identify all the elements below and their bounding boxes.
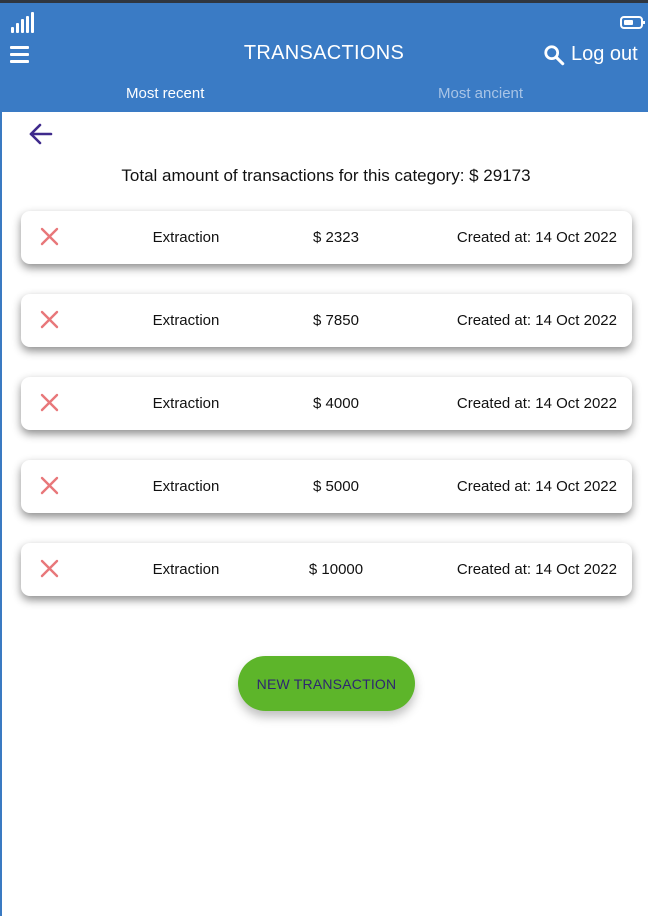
transaction-date: Created at: 14 Oct 2022 bbox=[456, 312, 617, 329]
delete-icon[interactable] bbox=[40, 476, 59, 495]
category-total: Total amount of transactions for this ca… bbox=[121, 166, 531, 185]
transaction-list: Extraction $ 2323 Created at: 14 Oct 202… bbox=[21, 211, 632, 626]
transaction-amount: $ 5000 bbox=[313, 478, 359, 495]
transaction-amount: $ 2323 bbox=[313, 229, 359, 246]
sort-tabs: Most recent Most ancient bbox=[0, 83, 648, 112]
transaction-date: Created at: 14 Oct 2022 bbox=[456, 561, 617, 578]
new-transaction-button[interactable]: NEW TRANSACTION bbox=[238, 656, 415, 711]
transaction-amount: $ 10000 bbox=[308, 561, 364, 578]
transaction-card: Extraction $ 5000 Created at: 14 Oct 202… bbox=[21, 460, 632, 513]
transaction-category: Extraction bbox=[152, 478, 220, 495]
window-left-edge bbox=[0, 112, 2, 916]
transaction-card: Extraction $ 10000 Created at: 14 Oct 20… bbox=[21, 543, 632, 596]
transaction-card: Extraction $ 4000 Created at: 14 Oct 202… bbox=[21, 377, 632, 430]
transaction-amount: $ 7850 bbox=[313, 312, 359, 329]
logout-button[interactable]: Log out bbox=[543, 43, 638, 66]
signal-icon bbox=[11, 12, 35, 33]
transaction-card: Extraction $ 7850 Created at: 14 Oct 202… bbox=[21, 294, 632, 347]
status-bar bbox=[0, 3, 648, 37]
delete-icon[interactable] bbox=[40, 559, 59, 578]
back-button[interactable] bbox=[28, 122, 54, 146]
transaction-category: Extraction bbox=[152, 312, 220, 329]
battery-icon bbox=[620, 16, 645, 29]
arrow-left-icon[interactable] bbox=[28, 122, 54, 146]
tab-most-recent[interactable]: Most recent bbox=[126, 85, 204, 102]
new-transaction-label[interactable]: NEW TRANSACTION bbox=[257, 676, 397, 692]
transaction-category: Extraction bbox=[152, 561, 220, 578]
delete-icon[interactable] bbox=[40, 310, 59, 329]
transaction-category: Extraction bbox=[152, 395, 220, 412]
logout-label[interactable]: Log out bbox=[571, 43, 638, 66]
delete-icon[interactable] bbox=[40, 227, 59, 246]
delete-icon[interactable] bbox=[40, 393, 59, 412]
transaction-date: Created at: 14 Oct 2022 bbox=[456, 395, 617, 412]
transaction-card: Extraction $ 2323 Created at: 14 Oct 202… bbox=[21, 211, 632, 264]
tab-most-ancient[interactable]: Most ancient bbox=[438, 85, 523, 102]
transaction-date: Created at: 14 Oct 2022 bbox=[456, 478, 617, 495]
search-icon[interactable] bbox=[543, 44, 565, 66]
app-header: TRANSACTIONS Log out Most recent Most an… bbox=[0, 3, 648, 112]
transaction-category: Extraction bbox=[152, 229, 220, 246]
transaction-amount: $ 4000 bbox=[313, 395, 359, 412]
transaction-date: Created at: 14 Oct 2022 bbox=[456, 229, 617, 246]
